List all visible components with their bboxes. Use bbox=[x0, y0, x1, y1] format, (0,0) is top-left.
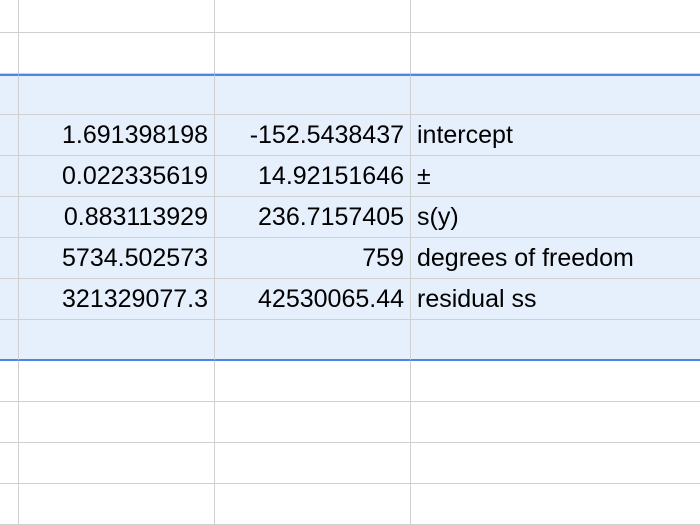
cell-B-9[interactable] bbox=[19, 361, 215, 402]
cell-C-9[interactable] bbox=[215, 361, 411, 402]
cell-B-8[interactable] bbox=[19, 320, 215, 361]
cell-A-12[interactable] bbox=[0, 484, 19, 525]
cell-A-9[interactable] bbox=[0, 361, 19, 402]
cell-A-6[interactable] bbox=[0, 238, 19, 279]
cell-D-12[interactable] bbox=[411, 484, 700, 525]
cell-D-5[interactable]: s(y) bbox=[411, 197, 700, 238]
cell-B-12[interactable] bbox=[19, 484, 215, 525]
cell-A-1[interactable] bbox=[0, 33, 19, 74]
cell-C-7[interactable]: 42530065.44 bbox=[215, 279, 411, 320]
cell-D-7[interactable]: residual ss bbox=[411, 279, 700, 320]
cell-D-11[interactable] bbox=[411, 443, 700, 484]
cell-D-10[interactable] bbox=[411, 402, 700, 443]
cell-B-0[interactable] bbox=[19, 0, 215, 33]
cell-D-8[interactable] bbox=[411, 320, 700, 361]
cell-C-3[interactable]: -152.5438437 bbox=[215, 115, 411, 156]
cell-C-6[interactable]: 759 bbox=[215, 238, 411, 279]
cell-A-3[interactable] bbox=[0, 115, 19, 156]
cell-B-1[interactable] bbox=[19, 33, 215, 74]
cell-D-0[interactable] bbox=[411, 0, 700, 33]
spreadsheet-viewport[interactable]: 1.691398198-152.5438437intercept 0.022335… bbox=[0, 0, 700, 525]
cell-D-4[interactable]: ± bbox=[411, 156, 700, 197]
cell-B-10[interactable] bbox=[19, 402, 215, 443]
cell-C-4[interactable]: 14.92151646 bbox=[215, 156, 411, 197]
cell-C-11[interactable] bbox=[215, 443, 411, 484]
cell-C-2[interactable] bbox=[215, 74, 411, 115]
cell-A-5[interactable] bbox=[0, 197, 19, 238]
cell-C-8[interactable] bbox=[215, 320, 411, 361]
cell-D-3[interactable]: intercept bbox=[411, 115, 700, 156]
cell-C-1[interactable] bbox=[215, 33, 411, 74]
cell-C-12[interactable] bbox=[215, 484, 411, 525]
cell-B-6[interactable]: 5734.502573 bbox=[19, 238, 215, 279]
cell-B-11[interactable] bbox=[19, 443, 215, 484]
cell-D-6[interactable]: degrees of freedom bbox=[411, 238, 700, 279]
cell-C-5[interactable]: 236.7157405 bbox=[215, 197, 411, 238]
cell-A-8[interactable] bbox=[0, 320, 19, 361]
cell-B-5[interactable]: 0.883113929 bbox=[19, 197, 215, 238]
cell-C-0[interactable] bbox=[215, 0, 411, 33]
cell-A-0[interactable] bbox=[0, 0, 19, 33]
cell-D-1[interactable] bbox=[411, 33, 700, 74]
cell-A-10[interactable] bbox=[0, 402, 19, 443]
cell-B-7[interactable]: 321329077.3 bbox=[19, 279, 215, 320]
cell-D-2[interactable] bbox=[411, 74, 700, 115]
cell-A-7[interactable] bbox=[0, 279, 19, 320]
cell-D-9[interactable] bbox=[411, 361, 700, 402]
cell-A-11[interactable] bbox=[0, 443, 19, 484]
cell-A-4[interactable] bbox=[0, 156, 19, 197]
cell-B-4[interactable]: 0.022335619 bbox=[19, 156, 215, 197]
cell-C-10[interactable] bbox=[215, 402, 411, 443]
cell-B-2[interactable] bbox=[19, 74, 215, 115]
cell-A-2[interactable] bbox=[0, 74, 19, 115]
cell-B-3[interactable]: 1.691398198 bbox=[19, 115, 215, 156]
